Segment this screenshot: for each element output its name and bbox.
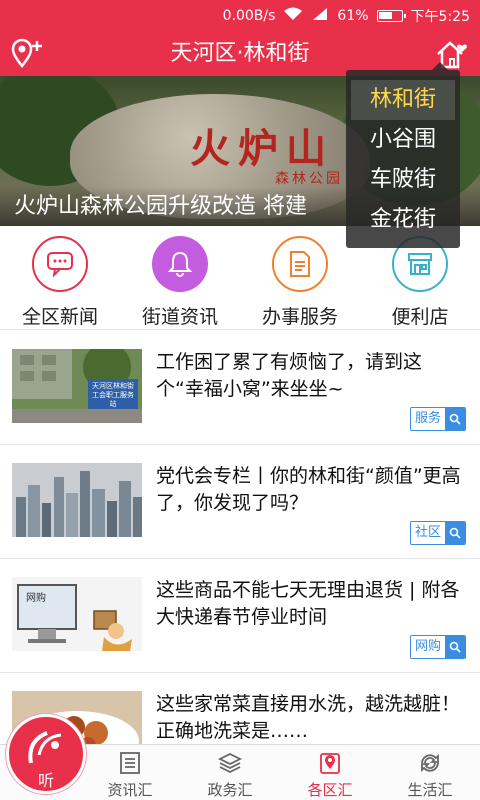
store-icon	[408, 253, 432, 275]
news-headline: 工作困了累了有烦恼了，请到这个“幸福小窝”来坐坐~	[156, 351, 423, 400]
chat-bubble-icon	[47, 252, 73, 277]
category-label: 便利店	[391, 306, 449, 328]
category-icon-ring	[152, 236, 208, 292]
news-thumbnail: 天河区林和街工会职工服务站	[12, 349, 142, 423]
news-item[interactable]: 网购 这些商品不能七天无理由退货 | 附各大快递春节停业时间 网购	[0, 559, 480, 673]
rock-subtext: 森林公园	[275, 171, 343, 187]
battery-fill	[378, 12, 392, 19]
category-label: 街道资讯	[141, 306, 218, 328]
signal-icon	[311, 7, 329, 25]
banner-caption: 火炉山森林公园升级改造 将建	[14, 194, 307, 219]
news-thumbnail	[12, 463, 142, 537]
category-label: 办事服务	[261, 306, 338, 328]
search-icon	[445, 408, 465, 430]
network-speed: 0.00B/s	[222, 8, 276, 24]
listen-button[interactable]: 听	[6, 714, 86, 794]
street-option-chebei[interactable]: 车陂街	[346, 160, 460, 200]
news-tag[interactable]: 网购	[409, 635, 466, 659]
battery-percent: 61%	[337, 8, 369, 24]
category-services[interactable]: 办事服务	[240, 226, 360, 329]
wifi-icon	[283, 7, 303, 25]
location-add-icon	[11, 38, 42, 69]
layers-icon	[218, 752, 242, 774]
thumbnail-shopping-text: 网购	[26, 593, 46, 604]
search-icon	[445, 636, 465, 658]
nav-label: 资讯汇	[107, 781, 153, 799]
news-tag-label: 社区	[410, 522, 445, 544]
nav-label: 生活汇	[407, 781, 453, 799]
news-tag[interactable]: 社区	[409, 521, 466, 545]
news-thumbnail: 网购	[12, 577, 142, 651]
news-tag-label: 服务	[410, 408, 445, 430]
news-headline: 这些家常菜直接用水洗，越洗越脏！正确地洗菜是……	[156, 693, 461, 742]
news-tag-label: 网购	[410, 636, 445, 658]
street-option-jinhua[interactable]: 金花街	[346, 200, 460, 240]
status-bar: 0.00B/s 61% 下午5:25	[0, 0, 480, 32]
street-option-linhe[interactable]: 林和街	[351, 80, 455, 120]
headphone-icon	[28, 731, 62, 764]
map-pin-icon	[320, 753, 340, 774]
category-icon-ring	[272, 236, 328, 292]
rock-inscription: 火炉山	[190, 125, 334, 172]
news-icon	[120, 752, 140, 774]
bell-icon	[167, 251, 193, 277]
refresh-arrows-icon	[421, 753, 439, 773]
news-tag[interactable]: 服务	[409, 407, 466, 431]
news-list: 天河区林和街工会职工服务站 工作困了累了有烦恼了，请到这个“幸福小窝”来坐坐~ …	[0, 331, 480, 787]
thumbnail-sign-text: 天河区林和街工会职工服务站	[92, 382, 134, 408]
search-icon	[445, 522, 465, 544]
nav-tab-life[interactable]: 生活汇	[390, 749, 470, 799]
news-item[interactable]: 天河区林和街工会职工服务站 工作困了累了有烦恼了，请到这个“幸福小窝”来坐坐~ …	[0, 331, 480, 445]
category-icon-ring	[32, 236, 88, 292]
news-headline: 这些商品不能七天无理由退货 | 附各大快递春节停业时间	[156, 579, 460, 628]
nav-label: 政务汇	[207, 781, 253, 799]
category-street-info[interactable]: 街道资讯	[120, 226, 240, 329]
category-label: 全区新闻	[21, 306, 98, 328]
street-option-xiaoguwei[interactable]: 小谷围	[346, 120, 460, 160]
category-district-news[interactable]: 全区新闻	[0, 226, 120, 329]
nav-tab-districts[interactable]: 各区汇	[290, 749, 370, 799]
app-screen: 0.00B/s 61% 下午5:25 天河区·林和街 火炉山 森林公园 火炉山森…	[0, 0, 480, 800]
listen-label: 听	[37, 771, 54, 790]
nav-label: 各区汇	[307, 781, 353, 799]
battery-icon	[376, 10, 406, 22]
nav-tab-news[interactable]: 资讯汇	[90, 749, 170, 799]
street-dropdown: 林和街 小谷围 车陂街 金花街	[346, 62, 460, 248]
news-item[interactable]: 党代会专栏丨你的林和街“颜值”更高了，你发现了吗？ 社区	[0, 445, 480, 559]
document-icon	[290, 251, 310, 277]
nav-tab-government[interactable]: 政务汇	[190, 749, 270, 799]
news-headline: 党代会专栏丨你的林和街“颜值”更高了，你发现了吗？	[156, 465, 461, 514]
clock: 下午5:25	[410, 9, 470, 25]
location-add-button[interactable]	[10, 38, 50, 70]
